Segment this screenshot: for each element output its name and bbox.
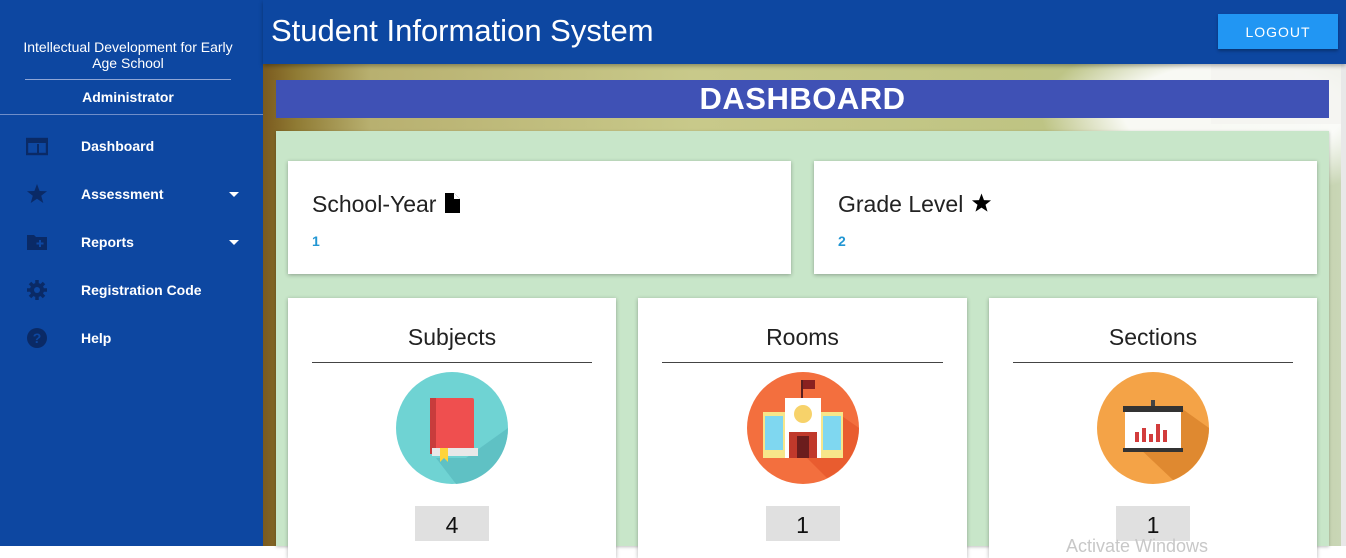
logout-button[interactable]: LOGOUT	[1218, 14, 1338, 49]
card-title-text: Grade Level	[838, 191, 964, 217]
top-app-bar: Student Information System LOGOUT	[263, 0, 1346, 64]
dashboard-icon	[26, 137, 48, 156]
school-building-icon	[746, 372, 859, 484]
os-watermark: Activate Windows	[1066, 536, 1209, 556]
rooms-count: 1	[765, 506, 840, 541]
chevron-down-icon	[229, 240, 239, 245]
grade-level-value: 2	[838, 233, 846, 249]
divider	[1013, 362, 1293, 363]
divider	[25, 79, 231, 80]
sidebar: Intellectual Development for Early Age S…	[0, 0, 263, 546]
sidebar-item-help[interactable]: ? Help	[0, 320, 263, 356]
sidebar-item-label: Registration Code	[81, 282, 202, 298]
folder-add-icon	[27, 235, 47, 250]
user-role: Administrator	[82, 89, 174, 105]
chevron-down-icon	[229, 192, 239, 197]
divider	[662, 362, 943, 363]
sidebar-item-reports[interactable]: Reports	[0, 224, 263, 260]
sidebar-item-assessment[interactable]: Assessment	[0, 176, 263, 212]
subjects-count: 4	[415, 506, 489, 541]
card-title-text: School-Year	[312, 191, 437, 217]
divider	[312, 362, 592, 363]
sidebar-item-label: Help	[81, 330, 112, 346]
sidebar-item-label: Assessment	[81, 186, 164, 202]
page-title: DASHBOARD	[276, 80, 1329, 118]
presentation-board-icon	[1097, 372, 1209, 484]
card-title: Sections	[1108, 324, 1198, 350]
school-year-value: 1	[312, 233, 320, 249]
divider	[0, 114, 263, 115]
sidebar-item-registration-code[interactable]: Registration Code	[0, 272, 263, 308]
card-title: School-Year	[312, 191, 461, 218]
card-title: Rooms	[766, 324, 839, 350]
sections-card[interactable]: Sections 1	[989, 298, 1317, 558]
document-icon	[445, 193, 461, 213]
school-name: Intellectual Development for Early Age S…	[23, 39, 233, 71]
subjects-card[interactable]: Subjects 4	[288, 298, 616, 558]
sidebar-item-label: Reports	[81, 234, 134, 250]
card-title: Grade Level	[838, 191, 992, 218]
star-icon	[972, 193, 992, 212]
scrollbar[interactable]	[1341, 64, 1346, 546]
gear-icon	[27, 280, 47, 300]
sidebar-item-label: Dashboard	[81, 138, 155, 154]
help-icon: ?	[27, 328, 47, 348]
star-icon	[27, 184, 47, 203]
sidebar-item-dashboard[interactable]: Dashboard	[0, 128, 263, 164]
rooms-card[interactable]: Rooms 1	[638, 298, 967, 558]
book-icon	[396, 372, 508, 484]
grade-level-card[interactable]: Grade Level 2	[814, 161, 1317, 274]
svg-text:?: ?	[33, 330, 42, 346]
school-year-card[interactable]: School-Year 1	[288, 161, 791, 274]
card-title: Subjects	[407, 324, 497, 350]
app-title: Student Information System	[271, 13, 654, 48]
